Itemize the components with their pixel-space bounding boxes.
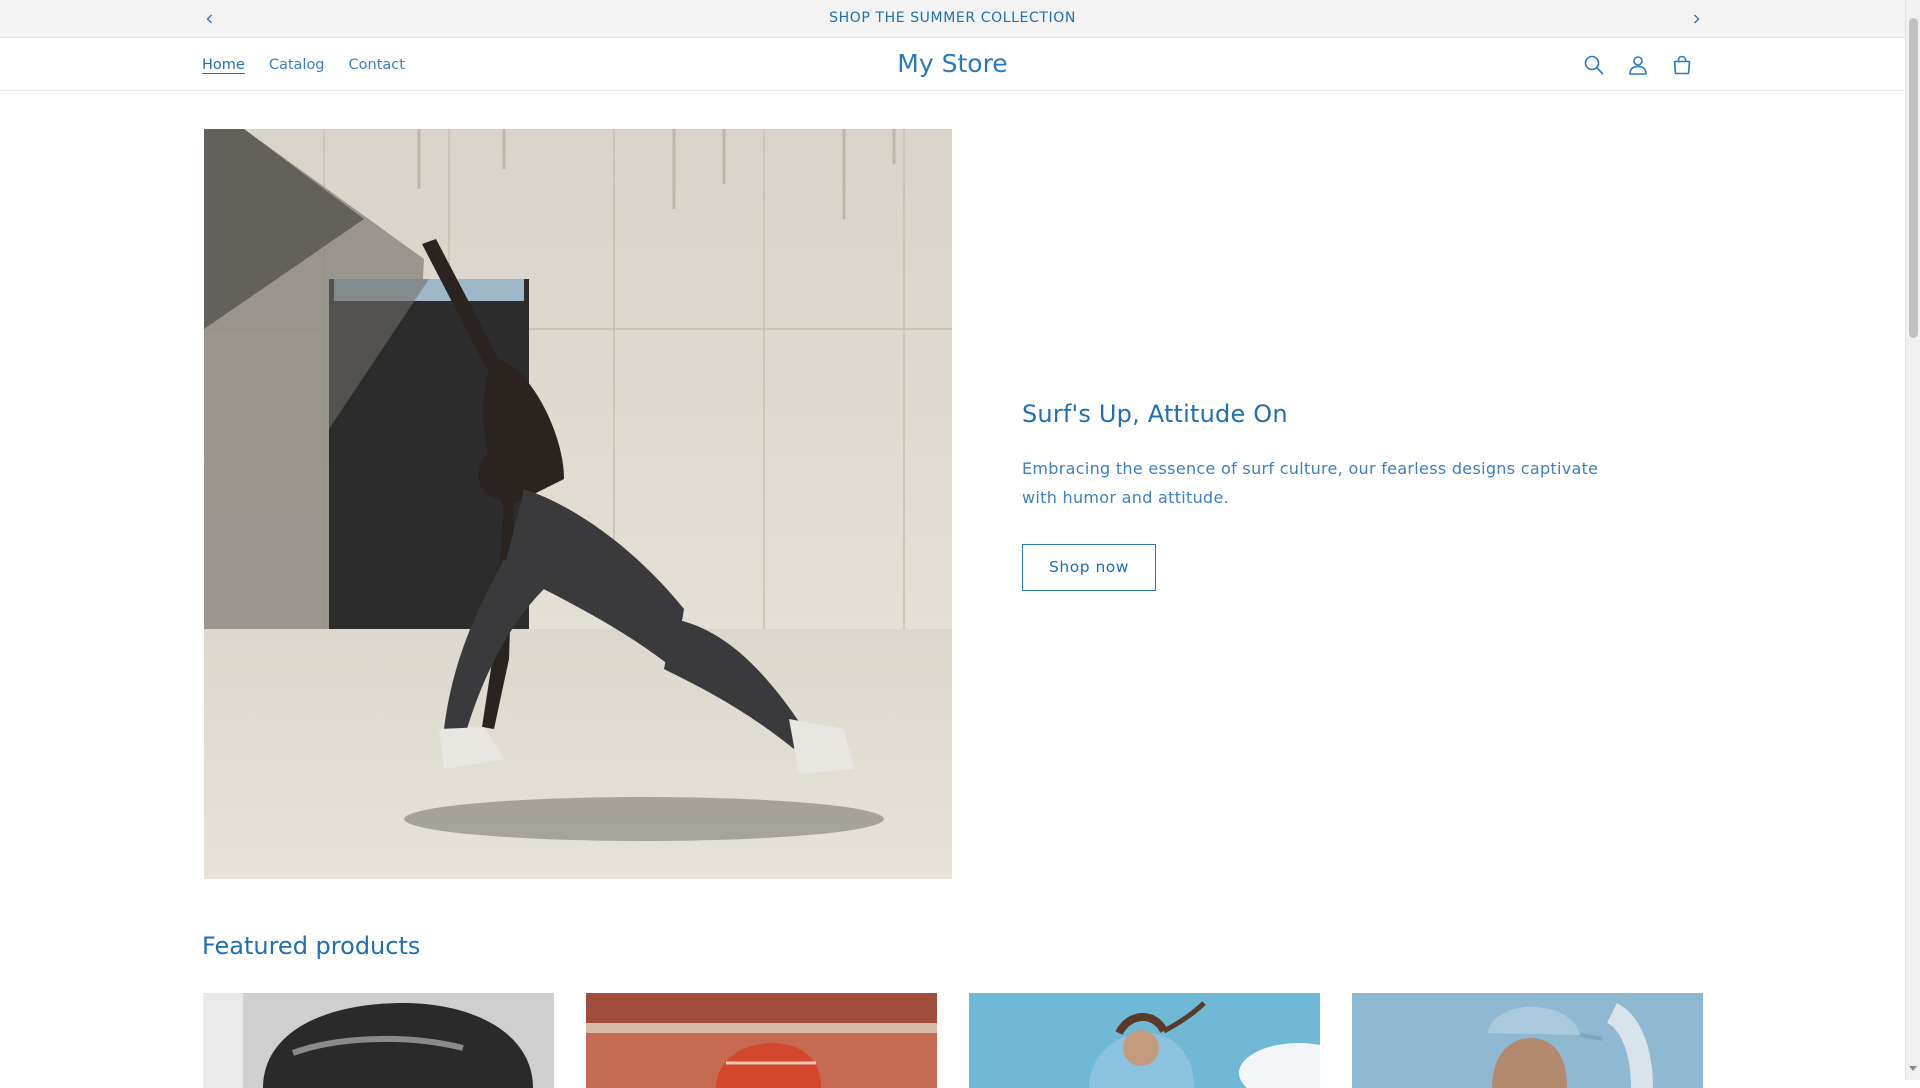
main-nav: Home Catalog Contact	[202, 38, 405, 91]
site-header: Home Catalog Contact My Store	[0, 38, 1905, 91]
scrollbar-thumb[interactable]	[1909, 18, 1918, 338]
announcement-bar: SHOP THE SUMMER COLLECTION	[0, 0, 1905, 38]
account-button[interactable]	[1624, 51, 1652, 79]
hero-heading: Surf's Up, Attitude On	[1022, 400, 1288, 428]
hero-content: Surf's Up, Attitude On Embracing the ess…	[1022, 400, 1602, 591]
product-image-sky-portrait	[969, 993, 1320, 1088]
featured-products-heading: Featured products	[202, 932, 421, 960]
cart-button[interactable]	[1668, 51, 1696, 79]
hero-image	[204, 129, 952, 879]
product-image-blue-cap-portrait	[1352, 993, 1703, 1088]
nav-link-catalog[interactable]: Catalog	[269, 57, 325, 73]
search-icon	[1584, 55, 1604, 74]
product-image-monochrome-portrait	[203, 993, 554, 1088]
product-card[interactable]	[969, 993, 1320, 1088]
chevron-right-icon	[1694, 14, 1700, 24]
scroll-down-arrow-icon[interactable]	[1909, 1066, 1917, 1071]
nav-link-contact[interactable]: Contact	[349, 57, 405, 73]
page-scrollbar[interactable]	[1905, 0, 1920, 1080]
search-button[interactable]	[1580, 51, 1608, 79]
announcement-next-button[interactable]	[1686, 9, 1706, 29]
account-icon	[1629, 55, 1647, 75]
product-card[interactable]	[203, 993, 554, 1088]
nav-link-home[interactable]: Home	[202, 57, 245, 73]
product-card[interactable]	[586, 993, 937, 1088]
product-card[interactable]	[1352, 993, 1703, 1088]
shop-now-button[interactable]: Shop now	[1022, 544, 1156, 591]
store-logo[interactable]: My Store	[897, 49, 1007, 78]
hero-athlete-illustration	[204, 129, 952, 879]
header-icons	[1580, 38, 1696, 91]
cart-icon	[1673, 55, 1691, 74]
product-image-red-cap	[586, 993, 937, 1088]
announcement-text[interactable]: SHOP THE SUMMER COLLECTION	[0, 0, 1905, 38]
hero-description: Embracing the essence of surf culture, o…	[1022, 459, 1599, 507]
